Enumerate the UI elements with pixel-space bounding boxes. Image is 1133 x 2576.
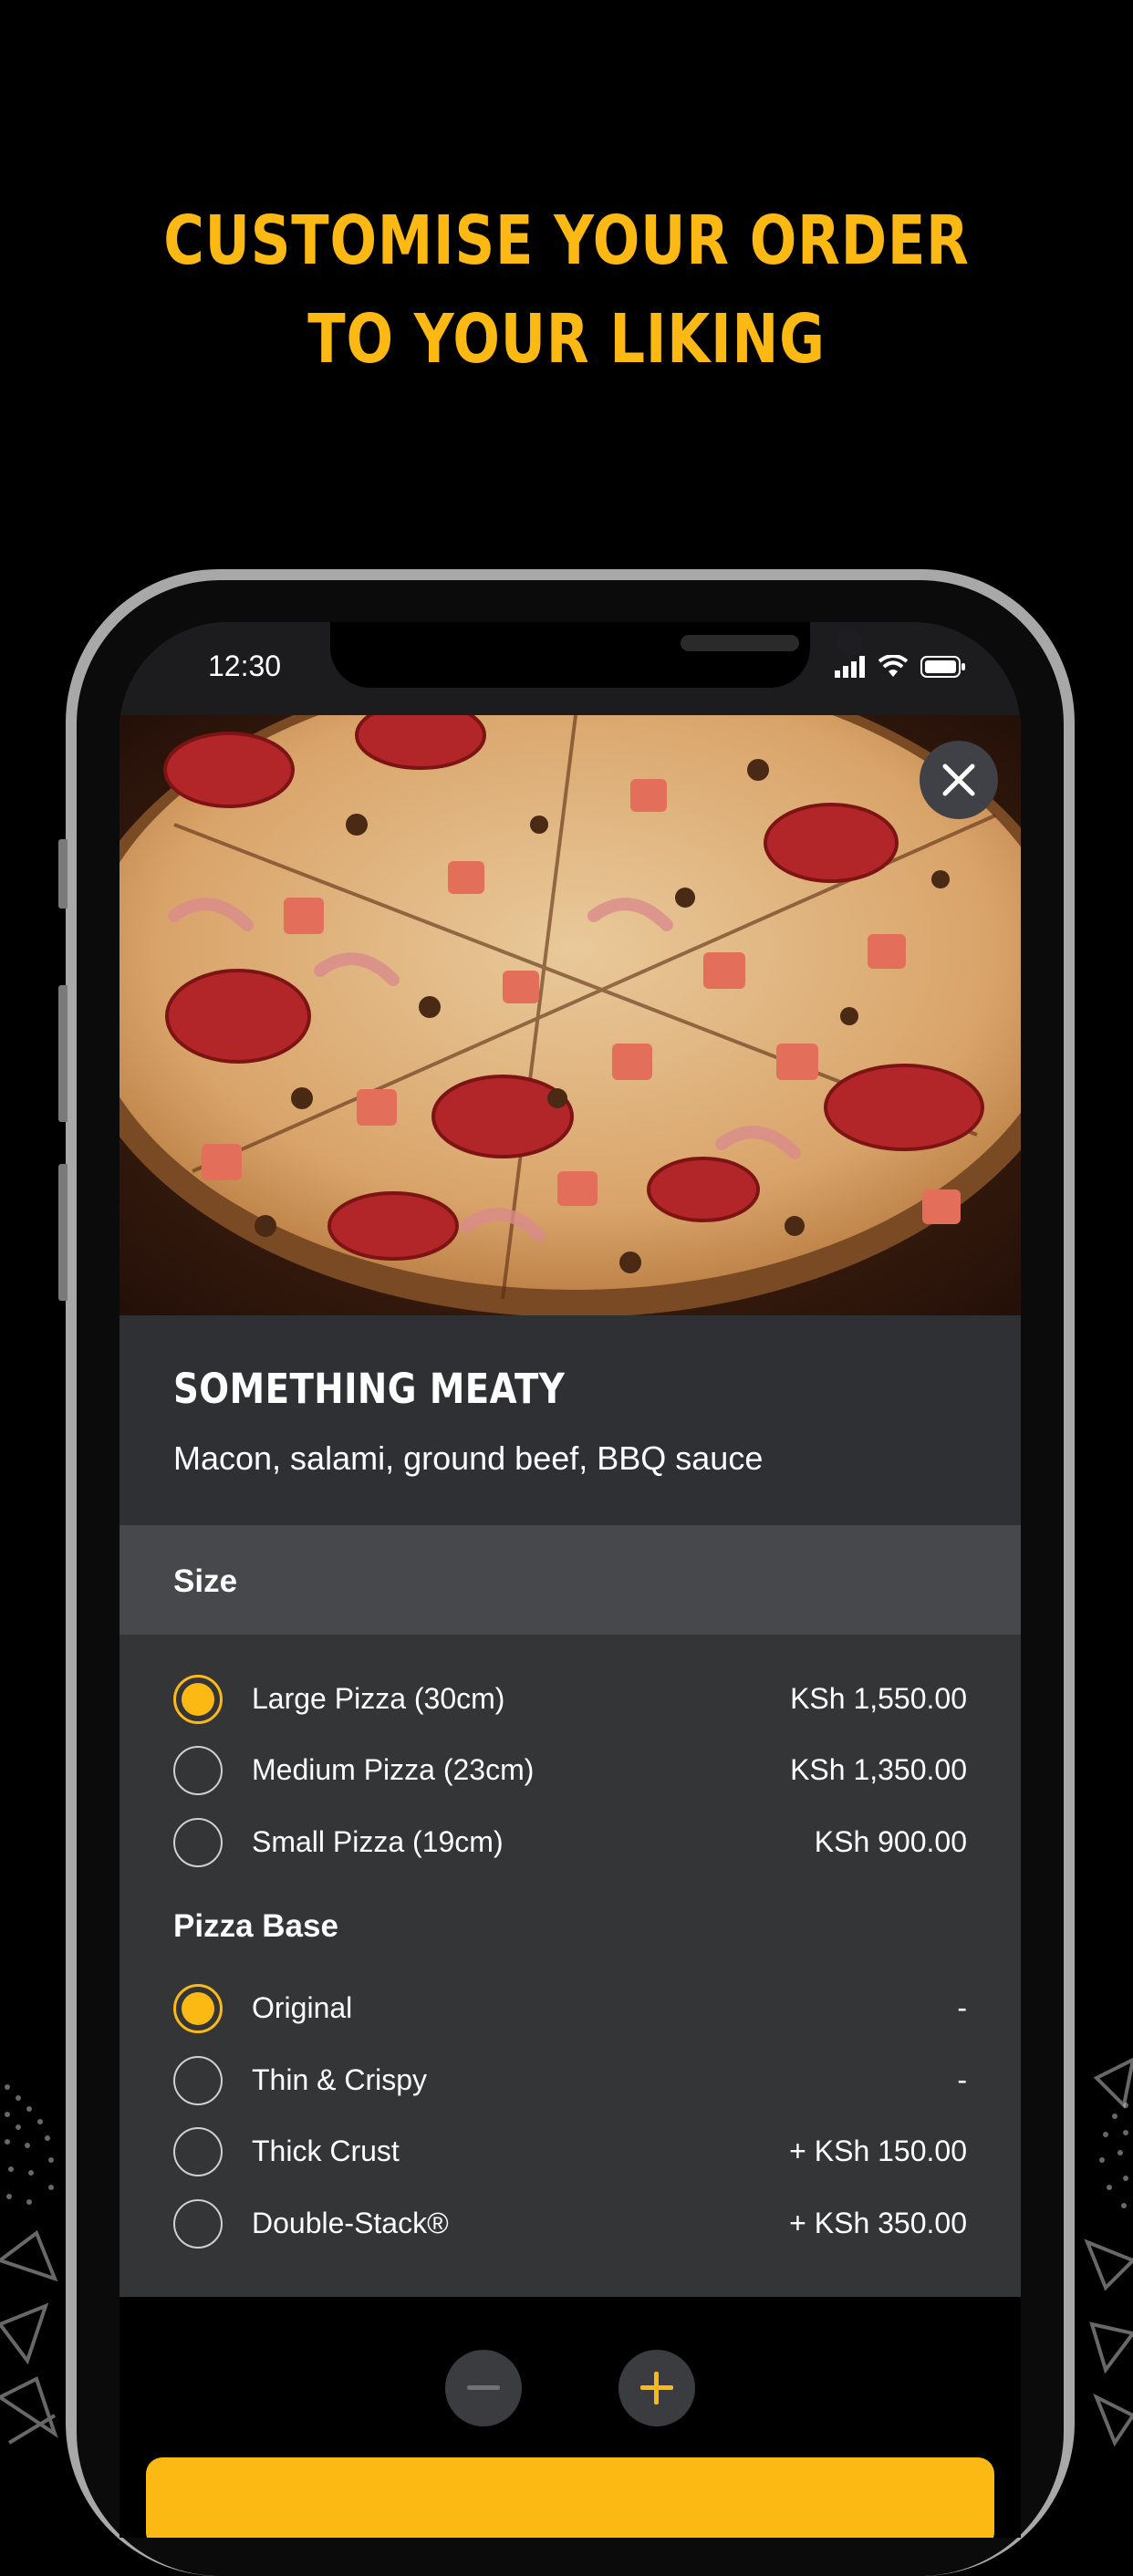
- radio-button-selected[interactable]: [173, 1675, 223, 1724]
- app-screen: 12:30 SOMETHING MEATY Macon, salami, gro…: [120, 622, 1021, 2538]
- headline-line-1: CUSTOMISE YOUR ORDER: [163, 202, 970, 280]
- headline-line-2: TO YOUR LIKING: [307, 300, 826, 379]
- option-price: KSh 900.00: [814, 1825, 967, 1858]
- size-option-small[interactable]: Small Pizza (19cm) KSh 900.00: [173, 1818, 967, 1875]
- radio-button[interactable]: [173, 2127, 223, 2176]
- close-button[interactable]: [920, 741, 998, 819]
- headline: CUSTOMISE YOUR ORDER TO YOUR LIKING: [102, 192, 1031, 389]
- product-info: SOMETHING MEATY Macon, salami, ground be…: [120, 1315, 1021, 1527]
- radio-button-selected[interactable]: [173, 1984, 223, 2033]
- option-label: Thick Crust: [252, 2135, 400, 2167]
- phone-volume-down: [58, 1164, 68, 1301]
- status-bar: 12:30: [120, 622, 1021, 715]
- phone-volume-up: [58, 985, 68, 1122]
- speaker-grille: [681, 635, 799, 651]
- increase-quantity-button[interactable]: [618, 2350, 695, 2426]
- option-price: + KSh 150.00: [789, 2135, 967, 2167]
- radio-button[interactable]: [173, 2056, 223, 2105]
- product-title: SOMETHING MEATY: [173, 1365, 566, 1413]
- size-option-large[interactable]: Large Pizza (30cm) KSh 1,550.00: [173, 1675, 967, 1731]
- close-icon: [942, 763, 975, 796]
- radio-button[interactable]: [173, 1746, 223, 1795]
- base-option-thick-crust[interactable]: Thick Crust + KSh 150.00: [173, 2127, 967, 2184]
- base-option-thin-crispy[interactable]: Thin & Crispy -: [173, 2056, 967, 2113]
- size-section-header: Size: [120, 1527, 1021, 1635]
- minus-icon: [467, 2385, 500, 2390]
- add-to-order-button[interactable]: [146, 2457, 994, 2538]
- radio-button[interactable]: [173, 1818, 223, 1867]
- pizza-illustration: [120, 715, 1021, 1315]
- options-panel: Large Pizza (30cm) KSh 1,550.00 Medium P…: [120, 1635, 1021, 2297]
- option-label: Double-Stack®: [252, 2207, 449, 2239]
- product-image: [120, 715, 1021, 1315]
- pizza-base-title: Pizza Base: [173, 1908, 338, 1944]
- bottom-bar: [120, 2297, 1021, 2538]
- option-price: -: [957, 1991, 967, 2024]
- option-price: -: [957, 2063, 967, 2096]
- base-option-original[interactable]: Original -: [173, 1984, 967, 2041]
- option-label: Small Pizza (19cm): [252, 1825, 504, 1858]
- option-label: Medium Pizza (23cm): [252, 1753, 535, 1786]
- option-price: KSh 1,550.00: [790, 1682, 967, 1715]
- option-label: Thin & Crispy: [252, 2063, 428, 2096]
- status-time: 12:30: [208, 649, 282, 682]
- option-price: + KSh 350.00: [789, 2207, 967, 2239]
- signal-icon: [835, 656, 865, 678]
- radio-button[interactable]: [173, 2199, 223, 2249]
- status-icons: [835, 655, 966, 679]
- phone-mute-switch: [58, 839, 68, 909]
- battery-icon: [920, 656, 965, 678]
- option-label: Original: [252, 1991, 353, 2024]
- decrease-quantity-button[interactable]: [445, 2350, 522, 2426]
- product-description: Macon, salami, ground beef, BBQ sauce: [173, 1439, 764, 1477]
- size-header-label: Size: [173, 1563, 238, 1599]
- base-option-double-stack[interactable]: Double-Stack® + KSh 350.00: [173, 2199, 967, 2256]
- front-camera: [836, 629, 863, 657]
- phone-notch: [330, 622, 863, 688]
- option-label: Large Pizza (30cm): [252, 1682, 505, 1715]
- wifi-icon: [878, 655, 908, 677]
- option-price: KSh 1,350.00: [790, 1753, 967, 1786]
- plus-icon: [640, 2372, 673, 2405]
- size-option-medium[interactable]: Medium Pizza (23cm) KSh 1,350.00: [173, 1746, 967, 1802]
